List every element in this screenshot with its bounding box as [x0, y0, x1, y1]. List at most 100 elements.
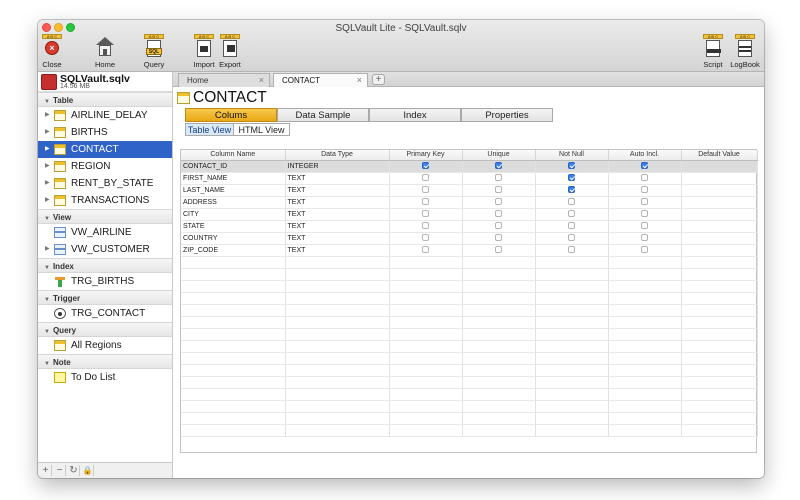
data-type-cell[interactable]: TEXT — [285, 232, 390, 245]
data-type-cell[interactable]: TEXT — [285, 244, 390, 257]
column-name-cell[interactable]: STATE — [181, 220, 286, 233]
table-row[interactable]: COUNTRY TEXT — [181, 232, 758, 245]
section-query[interactable]: ▼ Query — [38, 322, 172, 337]
sidebar-item-births[interactable]: ▶ BIRTHS — [38, 124, 172, 141]
table-row[interactable]: ADDRESS TEXT — [181, 196, 758, 209]
tab-index[interactable]: Index — [369, 108, 461, 122]
section-note[interactable]: ▼ Note — [38, 354, 172, 369]
column-header[interactable]: Column Name — [181, 150, 286, 161]
data-type-cell[interactable]: TEXT — [285, 184, 390, 197]
data-type-cell[interactable]: INTEGER — [285, 160, 390, 173]
not-null-checkbox[interactable] — [568, 210, 575, 218]
tab-properties[interactable]: Properties — [461, 108, 553, 122]
auto-incl-checkbox[interactable] — [641, 198, 648, 206]
data-type-cell[interactable]: TEXT — [285, 172, 390, 185]
primary-key-checkbox[interactable] — [422, 174, 429, 182]
default-value-cell[interactable] — [681, 184, 758, 197]
remove-icon[interactable]: − — [54, 465, 66, 476]
not-null-checkbox[interactable] — [568, 186, 575, 194]
table-row[interactable]: STATE TEXT — [181, 220, 758, 233]
disclosure-right-icon[interactable]: ▶ — [45, 124, 50, 141]
section-table[interactable]: ▼ Table — [38, 92, 172, 107]
data-type-cell[interactable]: TEXT — [285, 220, 390, 233]
column-name-cell[interactable]: CITY — [181, 208, 286, 221]
add-icon[interactable]: + — [40, 465, 52, 476]
unique-checkbox[interactable] — [495, 162, 502, 170]
auto-incl-checkbox[interactable] — [641, 246, 648, 254]
unique-checkbox[interactable] — [495, 186, 502, 194]
toolbar-export-button[interactable]: A B C Export — [218, 34, 242, 69]
toolbar-script-button[interactable]: A B C Script — [700, 34, 726, 69]
not-null-checkbox[interactable] — [568, 174, 575, 182]
auto-incl-checkbox[interactable] — [641, 174, 648, 182]
primary-key-checkbox[interactable] — [422, 246, 429, 254]
tab-data-sample[interactable]: Data Sample — [277, 108, 369, 122]
column-name-cell[interactable]: ADDRESS — [181, 196, 286, 209]
auto-incl-checkbox[interactable] — [641, 186, 648, 194]
sidebar-item-trg-contact[interactable]: TRG_CONTACT — [38, 305, 172, 322]
tab-contact[interactable]: CONTACT × — [273, 73, 368, 87]
auto-incl-checkbox[interactable] — [641, 162, 648, 170]
tab-home[interactable]: Home × — [178, 73, 270, 87]
table-row[interactable]: LAST_NAME TEXT — [181, 184, 758, 197]
disclosure-right-icon[interactable]: ▶ — [45, 175, 50, 192]
auto-incl-checkbox[interactable] — [641, 222, 648, 230]
sidebar-item-to-do-list[interactable]: To Do List — [38, 369, 172, 386]
unique-checkbox[interactable] — [495, 234, 502, 242]
close-tab-icon[interactable]: × — [259, 74, 264, 87]
column-header[interactable]: Auto Incl. — [608, 150, 682, 161]
not-null-checkbox[interactable] — [568, 162, 575, 170]
tab-html-view[interactable]: HTML View — [233, 123, 290, 136]
column-header[interactable]: Unique — [462, 150, 536, 161]
column-header[interactable]: Default Value — [681, 150, 758, 161]
table-row[interactable]: ZIP_CODE TEXT — [181, 244, 758, 257]
table-row[interactable]: FIRST_NAME TEXT — [181, 172, 758, 185]
toolbar-close-button[interactable]: A B C × Close — [40, 34, 64, 69]
default-value-cell[interactable] — [681, 172, 758, 185]
table-row[interactable]: CONTACT_ID INTEGER — [181, 160, 758, 173]
unique-checkbox[interactable] — [495, 174, 502, 182]
column-header[interactable]: Primary Key — [389, 150, 463, 161]
auto-incl-checkbox[interactable] — [641, 234, 648, 242]
disclosure-right-icon[interactable]: ▶ — [45, 107, 50, 124]
table-row[interactable]: CITY TEXT — [181, 208, 758, 221]
section-index[interactable]: ▼ Index — [38, 258, 172, 273]
default-value-cell[interactable] — [681, 244, 758, 257]
database-header[interactable]: SQLVault.sqlv 14.56 MB — [38, 72, 172, 92]
sidebar-item-airline-delay[interactable]: ▶ AIRLINE_DELAY — [38, 107, 172, 124]
column-header[interactable]: Data Type — [285, 150, 390, 161]
toolbar-import-button[interactable]: A B C Import — [192, 34, 216, 69]
primary-key-checkbox[interactable] — [422, 210, 429, 218]
tab-table-view[interactable]: Table View — [185, 123, 234, 136]
refresh-icon[interactable]: ↻ — [68, 465, 80, 476]
disclosure-right-icon[interactable]: ▶ — [45, 241, 50, 258]
data-type-cell[interactable]: TEXT — [285, 196, 390, 209]
sidebar-item-vw-airline[interactable]: VW_AIRLINE — [38, 224, 172, 241]
default-value-cell[interactable] — [681, 160, 758, 173]
primary-key-checkbox[interactable] — [422, 234, 429, 242]
primary-key-checkbox[interactable] — [422, 162, 429, 170]
unique-checkbox[interactable] — [495, 222, 502, 230]
column-name-cell[interactable]: LAST_NAME — [181, 184, 286, 197]
primary-key-checkbox[interactable] — [422, 198, 429, 206]
disclosure-right-icon[interactable]: ▶ — [45, 158, 50, 175]
column-name-cell[interactable]: FIRST_NAME — [181, 172, 286, 185]
primary-key-checkbox[interactable] — [422, 222, 429, 230]
auto-incl-checkbox[interactable] — [641, 210, 648, 218]
disclosure-right-icon[interactable]: ▶ — [45, 141, 50, 158]
default-value-cell[interactable] — [681, 232, 758, 245]
close-tab-icon[interactable]: × — [357, 74, 362, 87]
sidebar-item-region[interactable]: ▶ REGION — [38, 158, 172, 175]
not-null-checkbox[interactable] — [568, 246, 575, 254]
section-trigger[interactable]: ▼ Trigger — [38, 290, 172, 305]
add-tab-button[interactable]: + — [372, 74, 385, 85]
toolbar-logbook-button[interactable]: A B C LogBook — [730, 34, 760, 69]
column-name-cell[interactable]: COUNTRY — [181, 232, 286, 245]
column-name-cell[interactable]: CONTACT_ID — [181, 160, 286, 173]
default-value-cell[interactable] — [681, 208, 758, 221]
default-value-cell[interactable] — [681, 196, 758, 209]
column-header[interactable]: Not Null — [535, 150, 609, 161]
unique-checkbox[interactable] — [495, 246, 502, 254]
data-type-cell[interactable]: TEXT — [285, 208, 390, 221]
toolbar-query-button[interactable]: A B C SQL Query — [141, 34, 167, 69]
